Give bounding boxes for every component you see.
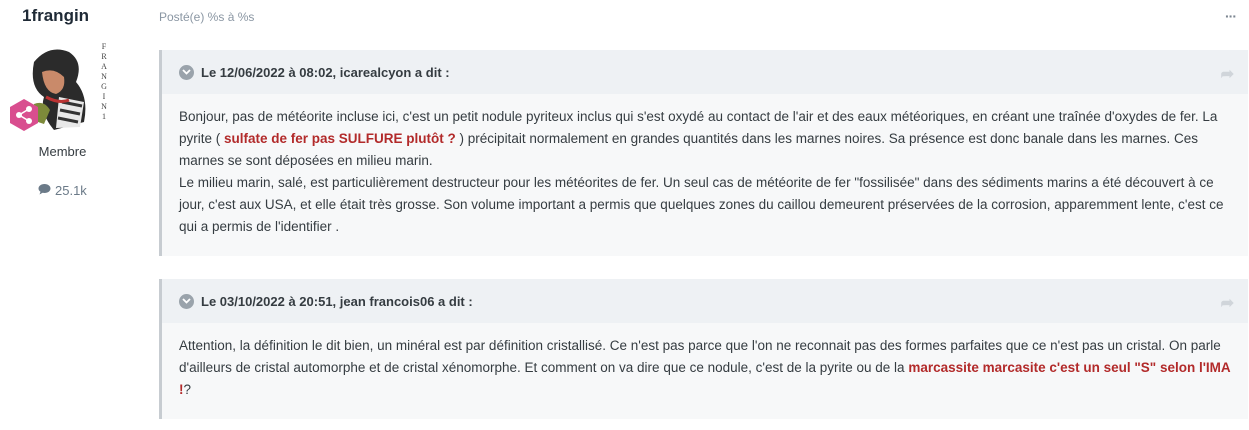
share-icon [7, 98, 41, 132]
share-arrow-icon[interactable]: ➦ [1221, 64, 1234, 84]
post-count[interactable]: 25.1k [38, 183, 87, 198]
quote-citation: Le 12/06/2022 à 08:02, icarealcyon a dit… [201, 64, 450, 80]
share-arrow-icon[interactable]: ➦ [1221, 293, 1234, 313]
chevron-down-icon[interactable] [179, 293, 194, 309]
quote-block: Le 03/10/2022 à 20:51, jean francois06 a… [159, 279, 1248, 419]
quote-paragraph: Le milieu marin, salé, est particulièrem… [179, 175, 1224, 234]
quote-content: Bonjour, pas de météorite incluse ici, c… [162, 94, 1248, 252]
quote-content: Attention, la définition le dit bien, un… [162, 323, 1248, 415]
chevron-down-icon[interactable] [179, 64, 194, 80]
quote-header[interactable]: Le 12/06/2022 à 08:02, icarealcyon a dit… [162, 50, 1248, 94]
author-name[interactable]: 1frangin [22, 6, 89, 26]
quote-paragraph: Attention, la définition le dit bien, un… [179, 338, 1231, 397]
more-options-button[interactable]: ··· [1225, 8, 1237, 24]
quote-paragraph: Bonjour, pas de météorite incluse ici, c… [179, 109, 1218, 168]
quote-citation: Le 03/10/2022 à 20:51, jean francois06 a… [201, 293, 473, 309]
post-date: Posté(e) %s à %s [159, 10, 255, 24]
member-role: Membre [38, 144, 87, 159]
avatar-letters: F R A N G I N 1 [101, 42, 107, 121]
quote-header[interactable]: Le 03/10/2022 à 20:51, jean francois06 a… [162, 279, 1248, 323]
post-count-value: 25.1k [55, 183, 87, 198]
speech-bubble-icon [38, 183, 51, 198]
quote-block: Le 12/06/2022 à 08:02, icarealcyon a dit… [159, 50, 1248, 256]
